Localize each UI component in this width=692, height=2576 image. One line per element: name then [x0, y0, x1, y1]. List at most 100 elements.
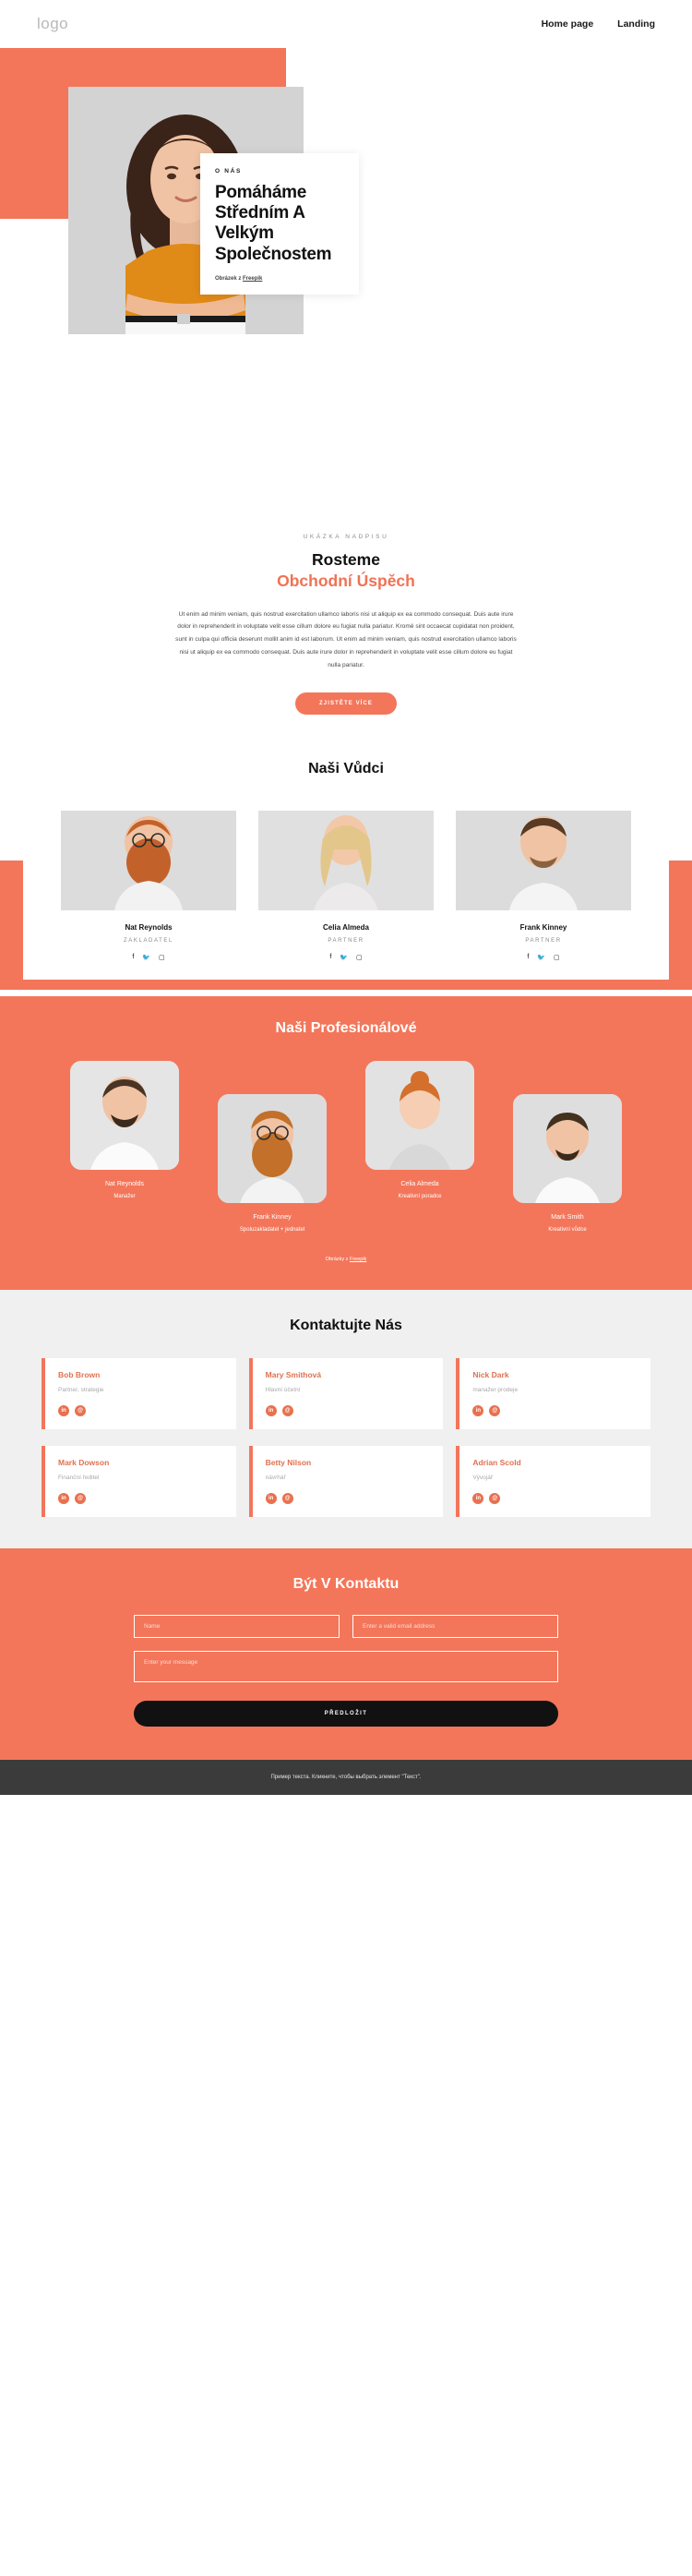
contact-name: Nick Dark [472, 1369, 509, 1379]
linkedin-icon[interactable]: in [58, 1492, 69, 1504]
professional-card: Celia Almeda Kreativní poradce [351, 1060, 489, 1199]
contact-card: Nick Dark manažer prodeje in @ [456, 1357, 650, 1429]
contact-role: návrhář [265, 1474, 286, 1481]
leader-name: Frank Kinney [519, 922, 567, 932]
contact-name: Mark Dowson [58, 1457, 110, 1467]
contact-name: Betty Nilson [265, 1457, 312, 1467]
contact-socials: in @ [472, 1404, 638, 1416]
linkedin-icon[interactable]: in [265, 1492, 277, 1504]
logo[interactable]: logo [37, 15, 68, 33]
professional-card: Nat Reynolds Manažer [55, 1060, 194, 1199]
contact-grid: Bob Brown Partner, strategie in @ Mary S… [42, 1357, 650, 1517]
professional-photo [513, 1093, 622, 1203]
contact-socials: in @ [58, 1492, 223, 1504]
leader-role: PARTNER [525, 937, 562, 944]
professional-card: Frank Kinney Spoluzakladatel + jednatel [203, 1093, 341, 1233]
professionals-credit-link[interactable]: Freepik [350, 1257, 366, 1262]
twitter-icon[interactable]: 🐦 [142, 954, 150, 961]
professionals-image-credit: Obrázky z Freepik [0, 1257, 692, 1262]
facebook-icon[interactable]: f [527, 954, 529, 961]
professional-name: Mark Smith [551, 1213, 584, 1221]
landing-page: logo Home page Landing O NÁS Pomáháme St… [0, 0, 692, 1795]
twitter-icon[interactable]: 🐦 [537, 954, 545, 961]
leader-socials: f 🐦 ▢ [456, 954, 631, 961]
contact-card: Mary Smithová Hlavní účetní in @ [248, 1357, 444, 1429]
submit-button[interactable]: PŘEDLOŽIT [134, 1700, 558, 1727]
contact-name: Mary Smithová [265, 1369, 322, 1379]
linkedin-icon[interactable]: in [472, 1492, 484, 1504]
contact-name: Adrian Scold [472, 1457, 521, 1467]
linkedin-icon[interactable]: in [472, 1404, 484, 1416]
email-icon[interactable]: @ [75, 1492, 86, 1504]
contact-socials: in @ [265, 1492, 431, 1504]
contact-section: Kontaktujte Nás Bob Brown Partner, strat… [0, 1289, 692, 1548]
professional-role: Kreativní vůdce [548, 1226, 587, 1233]
leader-socials: f 🐦 ▢ [61, 954, 236, 961]
hero-title: Pomáháme Středním A Velkým Společnostem [215, 183, 332, 264]
linkedin-icon[interactable]: in [58, 1404, 69, 1416]
form-row [134, 1614, 558, 1638]
contact-role: manažer prodeje [472, 1386, 519, 1393]
hero-eyebrow: O NÁS [215, 168, 243, 175]
name-input[interactable] [134, 1614, 340, 1638]
nav-item-home-page[interactable]: Home page [542, 18, 594, 30]
growth-heading-line2: Obchodní Úspěch [277, 571, 415, 590]
leader-role: ZAKLADATEL [124, 937, 173, 944]
professional-photo [70, 1060, 179, 1170]
contact-role: Vývojář [472, 1474, 494, 1481]
email-icon[interactable]: @ [489, 1492, 501, 1504]
leaders-credit-prefix: Autor obrázku [320, 990, 354, 996]
professionals-row: Nat Reynolds Manažer Frank Kinney Spoluz… [23, 1060, 669, 1233]
twitter-icon[interactable]: 🐦 [340, 954, 348, 961]
leader-card: Celia Almeda PARTNER f 🐦 ▢ [258, 810, 434, 961]
leader-card: Nat Reynolds ZAKLADATEL f 🐦 ▢ [61, 810, 236, 961]
leaders-image-credit: Autor obrázku Freepik [0, 991, 692, 996]
leader-name: Celia Almeda [323, 922, 369, 932]
facebook-icon[interactable]: f [132, 954, 134, 961]
professional-role: Kreativní poradce [398, 1193, 442, 1199]
email-icon[interactable]: @ [75, 1404, 86, 1416]
email-icon[interactable]: @ [489, 1404, 501, 1416]
leader-photo [61, 810, 236, 910]
main-navigation: Home page Landing [542, 18, 655, 30]
leader-name: Nat Reynolds [125, 922, 173, 932]
message-input[interactable] [134, 1650, 558, 1682]
growth-kicker: UKÁZKA NADPISU [303, 534, 389, 540]
contact-name: Bob Brown [58, 1369, 101, 1379]
linkedin-icon[interactable]: in [265, 1404, 277, 1416]
leader-photo [456, 810, 631, 910]
leaders-credit-link[interactable]: Freepik [354, 991, 371, 996]
contact-card: Betty Nilson návrhář in @ [248, 1445, 444, 1517]
professionals-section: Naši Profesionálové Nat Reynolds Manažer [0, 995, 692, 1290]
leader-card: Frank Kinney PARTNER f 🐦 ▢ [456, 810, 631, 961]
email-input[interactable] [352, 1614, 558, 1638]
email-icon[interactable]: @ [281, 1492, 293, 1504]
contact-socials: in @ [265, 1404, 431, 1416]
contact-card: Mark Dowson Finanční ředitel in @ [42, 1445, 236, 1517]
contact-heading: Kontaktujte Nás [290, 1317, 402, 1333]
leader-role: PARTNER [328, 937, 364, 944]
growth-section: UKÁZKA NADPISU Rosteme Obchodní Úspěch U… [0, 510, 692, 752]
instagram-icon[interactable]: ▢ [356, 954, 363, 961]
instagram-icon[interactable]: ▢ [554, 954, 560, 961]
email-icon[interactable]: @ [281, 1404, 293, 1416]
hero-credit-link[interactable]: Freepik [243, 276, 262, 282]
keep-in-touch-heading: Být V Kontaktu [292, 1575, 400, 1592]
hero-text-card: O NÁS Pomáháme Středním A Velkým Společn… [200, 153, 359, 295]
nav-item-landing[interactable]: Landing [617, 18, 655, 30]
leaders-heading: Naši Vůdci [308, 760, 384, 776]
contact-form: PŘEDLOŽIT [134, 1614, 558, 1727]
keep-in-touch-section: Být V Kontaktu PŘEDLOŽIT [0, 1547, 692, 1760]
contact-role: Partner, strategie [58, 1386, 104, 1393]
facebook-icon[interactable]: f [329, 954, 331, 961]
contact-socials: in @ [58, 1404, 223, 1416]
instagram-icon[interactable]: ▢ [159, 954, 165, 961]
professional-name: Nat Reynolds [104, 1180, 145, 1187]
contact-card: Bob Brown Partner, strategie in @ [42, 1357, 236, 1429]
site-footer: Пример текста. Кликните, чтобы выбрать э… [0, 1759, 692, 1795]
professionals-credit-prefix: Obrázky z [325, 1256, 350, 1262]
hero-section: O NÁS Pomáháme Středním A Velkým Společn… [0, 48, 692, 510]
learn-more-button[interactable]: ZJISTĚTE VÍCE [295, 692, 397, 715]
contact-socials: in @ [472, 1492, 638, 1504]
professional-card: Mark Smith Kreativní vůdce [498, 1093, 637, 1233]
